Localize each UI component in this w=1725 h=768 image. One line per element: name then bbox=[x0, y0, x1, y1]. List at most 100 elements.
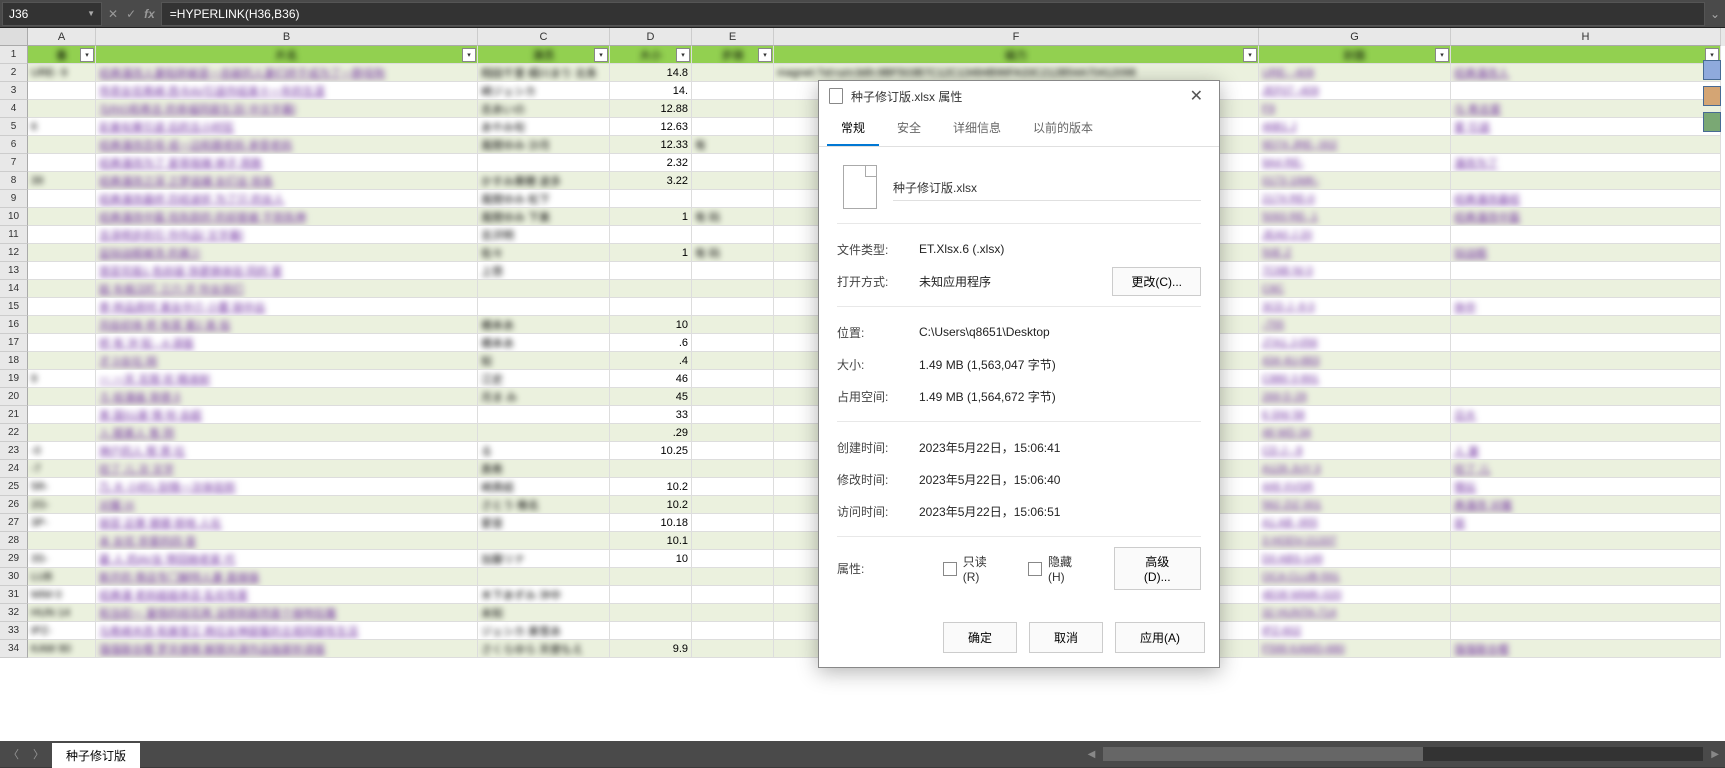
cell[interactable] bbox=[692, 424, 774, 442]
cell[interactable] bbox=[478, 532, 610, 550]
row-header[interactable]: 28 bbox=[0, 532, 28, 550]
cell[interactable]: 与RIO和希志 的幸福同居生活[ 中文字幕] bbox=[96, 100, 478, 118]
cell[interactable]: 3P- bbox=[28, 514, 96, 532]
cell[interactable] bbox=[1451, 280, 1721, 298]
hidden-checkbox[interactable]: 隐藏(H) bbox=[1028, 553, 1087, 584]
cell[interactable]: 橋本あ bbox=[478, 316, 610, 334]
cell[interactable] bbox=[478, 424, 610, 442]
cell[interactable]: 志あいの bbox=[478, 100, 610, 118]
cell[interactable] bbox=[610, 460, 692, 478]
cell[interactable]: 捡了 儿 次 文字 bbox=[96, 460, 478, 478]
cell[interactable]: -7 bbox=[28, 460, 96, 478]
cell[interactable]: 参 样品房时 美女中介 小蕾 丽中出 bbox=[96, 298, 478, 316]
cell[interactable]: 经典漫 老妈姐姐亲忌 乱伦性爱 bbox=[96, 586, 478, 604]
cell[interactable] bbox=[478, 280, 610, 298]
cell[interactable]: HUN 14 bbox=[28, 604, 96, 622]
row-header[interactable]: 14 bbox=[0, 280, 28, 298]
cell[interactable]: 1 bbox=[610, 208, 692, 226]
cell[interactable]: 日大 bbox=[1451, 406, 1721, 424]
cell[interactable]: 经典漫改之深 之梦追捕 女们全 拾各 bbox=[96, 172, 478, 190]
cell[interactable] bbox=[692, 64, 774, 82]
cell[interactable] bbox=[478, 298, 610, 316]
scrollbar-thumb[interactable] bbox=[1103, 747, 1423, 761]
cell[interactable] bbox=[28, 244, 96, 262]
cell[interactable]: る bbox=[478, 442, 610, 460]
row-header[interactable]: 17 bbox=[0, 334, 28, 352]
cell[interactable]: 和当初一 童憶的班花再 没想到居然是个接吻狂魔 bbox=[96, 604, 478, 622]
cell[interactable] bbox=[1451, 532, 1721, 550]
cell[interactable]: 彩美旬果引退 后的五小时狂 bbox=[96, 118, 478, 136]
row-header[interactable]: 22 bbox=[0, 424, 28, 442]
cell[interactable] bbox=[28, 424, 96, 442]
col-header-H[interactable]: H bbox=[1451, 28, 1721, 46]
cell[interactable] bbox=[28, 334, 96, 352]
cell[interactable]: 与希崎木西 和美雪艾 两位女神甜蜜的主观同居性生活 bbox=[96, 622, 478, 640]
row-header[interactable]: 31 bbox=[0, 586, 28, 604]
col-header-D[interactable]: D bbox=[610, 28, 692, 46]
cell[interactable] bbox=[1451, 262, 1721, 280]
cell[interactable]: 風間ゆみ 下美 bbox=[478, 208, 610, 226]
cell[interactable]: 愛音 bbox=[478, 514, 610, 532]
cell[interactable]: 狱战舰 bbox=[1451, 244, 1721, 262]
cell[interactable]: 46B1 J bbox=[1259, 118, 1451, 136]
cell[interactable] bbox=[692, 586, 774, 604]
cell[interactable]: 黑 国S1豪 情 吩 会超 bbox=[96, 406, 478, 424]
cell[interactable] bbox=[692, 316, 774, 334]
cell[interactable] bbox=[1451, 136, 1721, 154]
cell[interactable] bbox=[28, 190, 96, 208]
cell[interactable]: 434 4U-883 bbox=[1259, 352, 1451, 370]
cell[interactable]: 经典漫改为了 夏哥我赌 婞子 周数 bbox=[96, 154, 478, 172]
cell[interactable]: CD J - 8 bbox=[1259, 442, 1451, 460]
cell[interactable]: 经典漫改人 bbox=[1451, 64, 1721, 82]
cell[interactable] bbox=[28, 298, 96, 316]
cell[interactable]: IPZ- bbox=[28, 622, 96, 640]
cell[interactable]: 32 HUNTA-714 bbox=[1259, 604, 1451, 622]
cell[interactable]: 知 bbox=[478, 352, 610, 370]
cell[interactable]: 有 码 bbox=[692, 244, 774, 262]
cell[interactable]: 有 码 bbox=[692, 208, 774, 226]
cell[interactable]: 橋本あ bbox=[478, 334, 610, 352]
cell[interactable] bbox=[1451, 82, 1721, 100]
col-header-C[interactable]: C bbox=[478, 28, 610, 46]
cell[interactable] bbox=[1451, 334, 1721, 352]
change-button[interactable]: 更改(C)... bbox=[1112, 267, 1201, 296]
cell[interactable]: 2G- bbox=[28, 496, 96, 514]
header-cell-B[interactable]: 片名▾ bbox=[96, 46, 478, 64]
cell[interactable]: ジェシカ 美雪あ bbox=[478, 622, 610, 640]
cell[interactable] bbox=[28, 226, 96, 244]
cell[interactable] bbox=[692, 604, 774, 622]
scroll-left-icon[interactable]: ◀ bbox=[1088, 749, 1096, 760]
row-header[interactable]: 16 bbox=[0, 316, 28, 334]
col-header-E[interactable]: E bbox=[692, 28, 774, 46]
cell[interactable] bbox=[610, 190, 692, 208]
cell[interactable]: 休中 bbox=[1451, 298, 1721, 316]
cell[interactable] bbox=[1451, 604, 1721, 622]
cell[interactable]: 未 女优 奈爱的四 音 bbox=[96, 532, 478, 550]
cell[interactable] bbox=[692, 118, 774, 136]
cell[interactable]: 经典漫改人妻陷阱被逐一击破的人妻们终于成为了一群母狗 bbox=[96, 64, 478, 82]
cell[interactable] bbox=[610, 622, 692, 640]
cell[interactable]: OCA CLUB-591 bbox=[1259, 568, 1451, 586]
cell[interactable] bbox=[692, 478, 774, 496]
cell[interactable]: URE- -409 bbox=[1259, 64, 1451, 82]
cell[interactable]: 经典漫改恋母 成一边和跟老妈 承受老妈 bbox=[96, 136, 478, 154]
cell[interactable]: 崎ジェシカ bbox=[478, 82, 610, 100]
cell[interactable] bbox=[692, 640, 774, 658]
row-header[interactable]: 11 bbox=[0, 226, 28, 244]
cell[interactable]: 吉泽明步的引 作作品[ 文字幕] bbox=[96, 226, 478, 244]
cell[interactable]: あやみ旬 bbox=[478, 118, 610, 136]
cell[interactable] bbox=[1451, 586, 1721, 604]
dialog-titlebar[interactable]: 种子修订版.xlsx 属性 ✕ bbox=[819, 81, 1219, 111]
cell[interactable]: 269 D 29 bbox=[1259, 388, 1451, 406]
cell[interactable] bbox=[692, 298, 774, 316]
cell[interactable]: 吉沢明 bbox=[478, 226, 610, 244]
cell[interactable]: 月ま み bbox=[478, 388, 610, 406]
cell[interactable]: C880 3 891 bbox=[1259, 370, 1451, 388]
cell[interactable] bbox=[1451, 370, 1721, 388]
cell[interactable] bbox=[28, 388, 96, 406]
cell[interactable]: 3S- bbox=[28, 550, 96, 568]
cell[interactable] bbox=[692, 550, 774, 568]
cell[interactable] bbox=[692, 406, 774, 424]
cell[interactable]: KAW 80 bbox=[28, 640, 96, 658]
row-header[interactable]: 13 bbox=[0, 262, 28, 280]
